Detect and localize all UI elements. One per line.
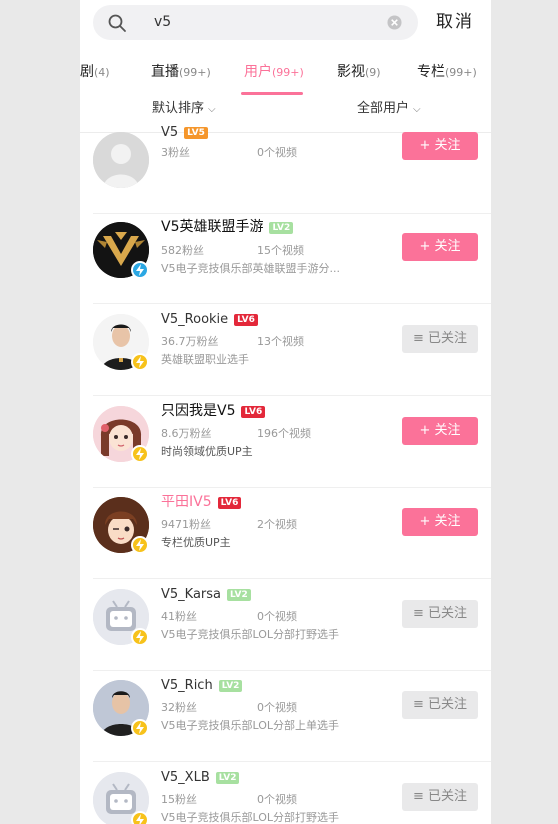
following-button[interactable]: ≡ 已关注 [402, 325, 478, 353]
level-badge: LV5 [184, 127, 208, 139]
user-stats: 32粉丝 0个视频 [161, 701, 297, 715]
user-row[interactable]: 只因我是V5 LV6 8.6万粉丝 196个视频 时尚领域优质UP主 + 关注 [93, 396, 491, 488]
default-person-avatar-icon[interactable] [93, 132, 149, 188]
video-count: 15个视频 [257, 244, 304, 257]
verified-badge-icon [131, 261, 149, 279]
user-stats: 582粉丝 15个视频 [161, 244, 304, 258]
fans-count: 36.7万粉丝 [161, 335, 219, 348]
tab-bangumi[interactable]: 番剧(4) [80, 62, 110, 83]
user-stats: 36.7万粉丝 13个视频 [161, 335, 304, 349]
user-name[interactable]: 只因我是V5 LV6 [161, 402, 266, 420]
user-description: 英雄联盟职业选手 [161, 353, 249, 366]
video-count: 0个视频 [257, 701, 297, 714]
tab-live[interactable]: 直播(99+) [151, 62, 211, 83]
tab-users[interactable]: 用户(99+) [244, 62, 304, 83]
fans-count: 32粉丝 [161, 701, 197, 714]
search-icon [107, 13, 127, 33]
user-row[interactable]: V5_Rookie LV6 36.7万粉丝 13个视频 英雄联盟职业选手 ≡ 已关注 [93, 304, 491, 396]
user-type-dropdown[interactable]: 全部用户 ⌵ [357, 100, 421, 119]
fans-count: 3粉丝 [161, 146, 190, 159]
search-input[interactable]: v5 [93, 5, 418, 40]
verified-badge-icon [131, 719, 149, 737]
follow-button[interactable]: + 关注 [402, 508, 478, 536]
search-query-text: v5 [154, 14, 172, 30]
follow-button[interactable]: + 关注 [402, 417, 478, 445]
user-stats: 8.6万粉丝 196个视频 [161, 427, 311, 441]
level-badge: LV6 [217, 497, 242, 509]
user-stats: 15粉丝 0个视频 [161, 793, 297, 807]
video-count: 0个视频 [257, 146, 297, 159]
verified-badge-icon [131, 628, 149, 646]
video-count: 0个视频 [257, 610, 297, 623]
tab-column[interactable]: 专栏(99+) [417, 62, 477, 83]
following-button[interactable]: ≡ 已关注 [402, 691, 478, 719]
user-row[interactable]: V5_Rich LV2 32粉丝 0个视频 V5电子竞技俱乐部LOL分部上单选手 ≡… [93, 670, 491, 762]
user-name[interactable]: V5_Rich LV2 [161, 677, 243, 695]
video-count: 2个视频 [257, 518, 297, 531]
user-description: 时尚领域优质UP主 [161, 445, 253, 458]
chevron-down-icon: ⌵ [208, 104, 216, 115]
fans-count: 8.6万粉丝 [161, 427, 212, 440]
verified-badge-icon [131, 353, 149, 371]
video-count: 13个视频 [257, 335, 304, 348]
user-name[interactable]: V5英雄联盟手游 LV2 [161, 218, 294, 236]
result-tabs: 番剧(4) 直播(99+) 用户(99+) 影视(9) 专栏(99+) [80, 56, 491, 96]
user-row[interactable]: V5英雄联盟手游 LV2 582粉丝 15个视频 V5电子竞技俱乐部英雄联盟手游分.… [93, 212, 491, 304]
level-badge: LV2 [269, 222, 294, 234]
level-badge: LV6 [234, 314, 258, 326]
user-description: V5电子竞技俱乐部LOL分部上单选手 [161, 719, 340, 732]
verified-badge-icon [131, 445, 149, 463]
user-name[interactable]: V5_Rookie LV6 [161, 311, 258, 329]
user-row[interactable]: 平田IV5 LV6 9471粉丝 2个视频 专栏优质UP主 + 关注 [93, 487, 491, 579]
user-row[interactable]: V5_XLB LV2 15粉丝 0个视频 V5电子竞技俱乐部LOL分部打野选手 ≡ … [93, 762, 491, 824]
search-header: v5 取消 [80, 0, 491, 46]
active-tab-indicator [241, 92, 303, 95]
user-name[interactable]: 平田IV5 LV6 [161, 493, 242, 511]
search-results-page: v5 取消 番剧(4) 直播(99+) 用户(99+) 影视(9) 专栏(99+… [80, 0, 491, 824]
user-name[interactable]: V5 LV5 [161, 124, 208, 142]
user-description: 专栏优质UP主 [161, 536, 231, 549]
user-name[interactable]: V5_Karsa LV2 [161, 586, 251, 604]
fans-count: 582粉丝 [161, 244, 204, 257]
verified-badge-icon [131, 536, 149, 554]
user-stats: 41粉丝 0个视频 [161, 610, 297, 624]
fans-count: 9471粉丝 [161, 518, 211, 531]
user-description: V5电子竞技俱乐部英雄联盟手游分... [161, 262, 341, 275]
user-description: V5电子竞技俱乐部LOL分部打野选手 [161, 628, 340, 641]
user-row[interactable]: V5 LV5 3粉丝 0个视频 + 关注 [93, 122, 491, 214]
level-badge: LV2 [215, 772, 240, 784]
user-name[interactable]: V5_XLB LV2 [161, 769, 240, 787]
follow-button[interactable]: + 关注 [402, 233, 478, 261]
following-button[interactable]: ≡ 已关注 [402, 600, 478, 628]
level-badge: LV2 [227, 589, 251, 601]
video-count: 196个视频 [257, 427, 311, 440]
default-sort-dropdown[interactable]: 默认排序 ⌵ [152, 100, 216, 119]
cancel-button[interactable]: 取消 [436, 11, 474, 33]
level-badge: LV6 [241, 406, 266, 418]
user-row[interactable]: V5_Karsa LV2 41粉丝 0个视频 V5电子竞技俱乐部LOL分部打野选手 … [93, 579, 491, 671]
level-badge: LV2 [218, 680, 243, 692]
fans-count: 41粉丝 [161, 610, 197, 623]
follow-button[interactable]: + 关注 [402, 132, 478, 160]
clear-search-icon[interactable] [387, 15, 402, 30]
user-stats: 3粉丝 0个视频 [161, 146, 297, 160]
chevron-down-icon: ⌵ [413, 104, 421, 115]
fans-count: 15粉丝 [161, 793, 197, 806]
video-count: 0个视频 [257, 793, 297, 806]
user-stats: 9471粉丝 2个视频 [161, 518, 297, 532]
tab-film[interactable]: 影视(9) [337, 62, 381, 83]
user-description: V5电子竞技俱乐部LOL分部打野选手 [161, 811, 340, 824]
following-button[interactable]: ≡ 已关注 [402, 783, 478, 811]
verified-badge-icon [131, 811, 149, 824]
